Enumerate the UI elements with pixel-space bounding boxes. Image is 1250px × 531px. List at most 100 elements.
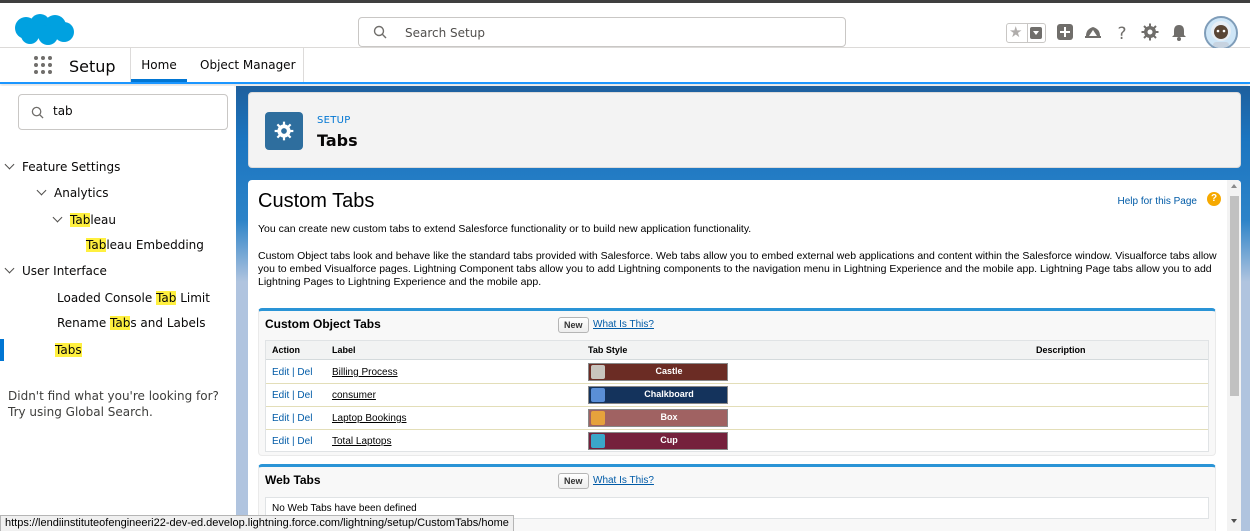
section-title: Custom Tabs [258, 190, 375, 212]
row-actions: Edit | Del [272, 413, 312, 424]
tab-label-link[interactable]: consumer [332, 390, 376, 401]
action-separator: | [292, 436, 295, 447]
search-placeholder: Search Setup [405, 26, 485, 40]
tab-label-link[interactable]: Billing Process [332, 367, 398, 378]
tree-node-label-pre: Rename [57, 316, 111, 330]
tab-style-name: Cup [660, 435, 678, 445]
table-row: Edit | Del Total Laptops Cup [266, 430, 1208, 453]
column-header-action: Action [272, 345, 300, 355]
tree-node-tabs-selected[interactable]: Tabs [0, 339, 234, 361]
quick-find-input[interactable] [53, 104, 213, 118]
tree-node-loaded-console-tab-limit[interactable]: Loaded Console Tab Limit [57, 287, 210, 309]
tab-style-swatch: Cup [588, 432, 728, 450]
what-is-this-link[interactable]: What Is This? [593, 319, 654, 330]
gear-icon [274, 121, 294, 141]
custom-object-tabs-heading: Custom Object Tabs [265, 317, 381, 331]
cup-icon [591, 434, 605, 448]
custom-object-tabs-block: Custom Object Tabs New What Is This? Act… [258, 308, 1216, 456]
chevron-down-icon[interactable] [4, 263, 15, 274]
help-for-this-page-link[interactable]: Help for this Page [1118, 196, 1198, 207]
help-question-icon[interactable]: ? [1207, 192, 1221, 206]
tab-style-name: Castle [655, 366, 683, 376]
new-custom-object-tab-button[interactable]: New [558, 317, 589, 333]
setup-app: Search Setup ★ ? Setup Home Object Manag… [0, 0, 1250, 531]
tab-style-swatch: Castle [588, 363, 728, 381]
scrollbar-thumb[interactable] [1230, 196, 1239, 396]
delete-link[interactable]: Del [297, 367, 312, 378]
favorites-star-icon[interactable]: ★ [1009, 24, 1022, 42]
user-avatar[interactable] [1204, 16, 1238, 50]
table-row: Edit | Del consumer Chalkboard [266, 384, 1208, 407]
castle-icon [591, 365, 605, 379]
setup-gear-icon[interactable] [1140, 22, 1160, 42]
tree-node-analytics[interactable]: Analytics [36, 182, 109, 204]
favorites-control[interactable]: ★ [1006, 23, 1046, 43]
global-search-input[interactable]: Search Setup [358, 17, 846, 47]
custom-object-tabs-table: Action Label Tab Style Description Edit … [265, 340, 1209, 452]
tab-style-name: Chalkboard [644, 389, 694, 399]
tab-home[interactable]: Home [131, 48, 187, 82]
breadcrumb[interactable]: SETUP [317, 115, 351, 126]
new-web-tab-button[interactable]: New [558, 473, 589, 489]
chevron-down-icon[interactable] [52, 212, 63, 223]
global-actions-icon[interactable] [1055, 22, 1075, 42]
help-icon[interactable]: ? [1112, 22, 1132, 42]
tree-node-tableau-embedding[interactable]: Tableau Embedding [86, 234, 204, 256]
web-tabs-heading: Web Tabs [265, 473, 321, 487]
delete-link[interactable]: Del [297, 413, 312, 424]
row-actions: Edit | Del [272, 436, 312, 447]
edit-link[interactable]: Edit [272, 413, 289, 424]
search-highlight: Tab [70, 213, 91, 227]
no-results-hint: Didn't find what you're looking for? Try… [8, 388, 228, 420]
scroll-up-arrow-icon[interactable] [1231, 184, 1237, 188]
astro-avatar-icon [1211, 21, 1231, 48]
column-header-label: Label [332, 345, 356, 355]
tree-node-label: Feature Settings [22, 160, 121, 174]
search-highlight: Tabs [55, 343, 82, 357]
app-launcher-icon[interactable] [34, 56, 54, 76]
tree-node-feature-settings[interactable]: Feature Settings [4, 156, 121, 178]
main-content-area: SETUP Tabs Custom Tabs Help for this Pag… [236, 86, 1250, 531]
tree-node-label-post: Limit [176, 291, 210, 305]
column-header-description: Description [1036, 345, 1086, 355]
tab-style-swatch: Box [588, 409, 728, 427]
action-separator: | [292, 413, 295, 424]
intro-text: You can create new custom tabs to extend… [258, 223, 752, 235]
page-icon-tile [265, 112, 303, 150]
tree-node-rename-tabs-and-labels[interactable]: Rename Tabs and Labels [57, 312, 205, 334]
favorites-dropdown-icon[interactable] [1030, 27, 1042, 39]
search-highlight: Tab [110, 316, 131, 330]
app-name: Setup [69, 57, 116, 76]
tree-node-user-interface[interactable]: User Interface [4, 260, 107, 282]
chevron-down-icon[interactable] [4, 159, 15, 170]
delete-link[interactable]: Del [297, 436, 312, 447]
tab-label-link[interactable]: Laptop Bookings [332, 413, 407, 424]
empty-web-tabs-message: No Web Tabs have been defined [272, 503, 417, 514]
chevron-down-icon[interactable] [36, 185, 47, 196]
delete-link[interactable]: Del [297, 390, 312, 401]
tab-label-link[interactable]: Total Laptops [332, 436, 392, 447]
global-header: Search Setup ★ ? [0, 0, 1250, 50]
quick-find-box[interactable] [18, 94, 228, 130]
edit-link[interactable]: Edit [272, 436, 289, 447]
tree-node-label: Analytics [54, 186, 109, 200]
tree-node-tableau[interactable]: Tableau [52, 209, 117, 231]
tab-object-manager-label: Object Manager [200, 58, 296, 72]
table-row: Edit | Del Billing Process Castle [266, 361, 1208, 384]
search-icon [31, 106, 44, 119]
vertical-scrollbar[interactable] [1227, 180, 1241, 531]
row-actions: Edit | Del [272, 390, 312, 401]
edit-link[interactable]: Edit [272, 390, 289, 401]
no-results-line: Didn't find what you're looking for? [8, 389, 219, 403]
edit-link[interactable]: Edit [272, 367, 289, 378]
scroll-down-arrow-icon[interactable] [1231, 519, 1237, 523]
salesforce-logo[interactable] [8, 13, 76, 45]
trailhead-guidance-icon[interactable] [1083, 22, 1103, 42]
tree-node-label-post: leau [90, 213, 117, 227]
notifications-bell-icon[interactable] [1169, 22, 1189, 42]
global-search-hint: Try using Global Search. [8, 405, 153, 419]
what-is-this-link[interactable]: What Is This? [593, 475, 654, 486]
search-highlight: Tab [156, 291, 177, 305]
tab-object-manager[interactable]: Object Manager [190, 48, 304, 102]
row-actions: Edit | Del [272, 367, 312, 378]
